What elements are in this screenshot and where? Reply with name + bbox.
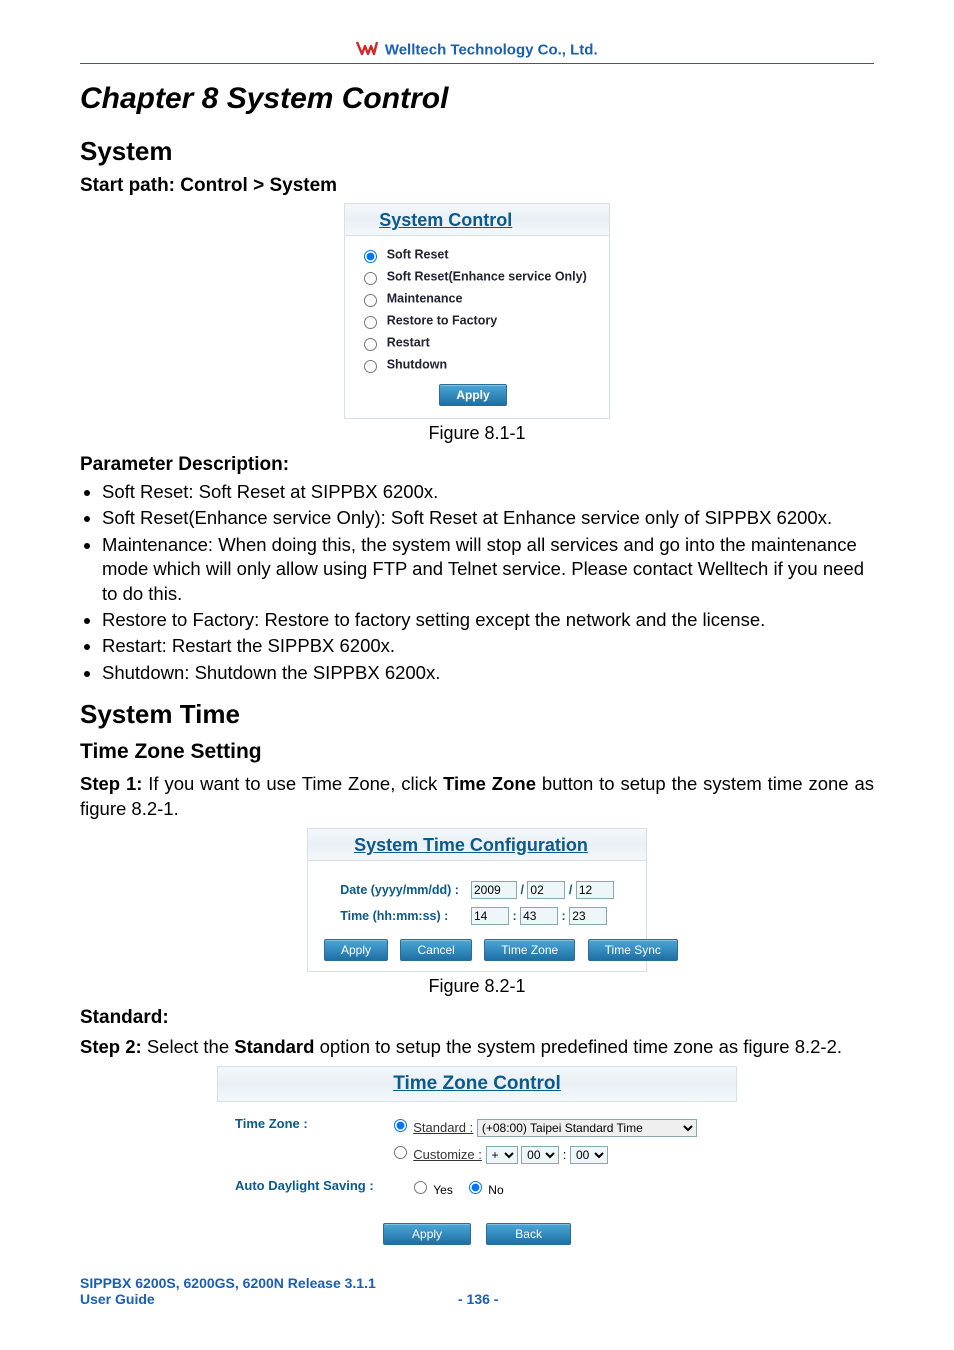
brand-logo [356, 40, 378, 61]
apply-button[interactable]: Apply [324, 939, 388, 961]
option-label: Restore to Factory [387, 313, 497, 327]
time-label: Time (hh:mm:ss) : [334, 903, 465, 929]
step2-text-a: Select the [142, 1036, 235, 1057]
footer-guide: User Guide [80, 1291, 440, 1307]
list-item: Restart: Restart the SIPPBX 6200x. [102, 634, 874, 658]
date-label: Date (yyyy/mm/dd) : [334, 877, 465, 903]
customize-hour-select[interactable]: 00 [521, 1146, 559, 1164]
radio-restart[interactable] [364, 338, 377, 351]
option-restore-factory[interactable]: Restore to Factory [355, 310, 591, 332]
page-footer: SIPPBX 6200S, 6200GS, 6200N Release 3.1.… [80, 1275, 874, 1307]
radio-shutdown[interactable] [364, 360, 377, 373]
parameter-description-title: Parameter Description: [80, 454, 874, 476]
option-label: Shutdown [387, 357, 447, 371]
step1-bold: Time Zone [443, 773, 536, 794]
date-year-input[interactable] [471, 881, 517, 899]
radio-soft-reset[interactable] [364, 250, 377, 263]
date-month-input[interactable] [527, 881, 565, 899]
standard-label: Standard: [80, 1007, 874, 1029]
cancel-button[interactable]: Cancel [400, 939, 471, 961]
brand-text: Welltech Technology Co., Ltd. [385, 42, 598, 59]
radio-restore-factory[interactable] [364, 316, 377, 329]
list-item: Shutdown: Shutdown the SIPPBX 6200x. [102, 661, 874, 685]
list-item: Soft Reset(Enhance service Only): Soft R… [102, 506, 874, 530]
auto-daylight-label: Auto Daylight Saving : [235, 1178, 405, 1193]
system-control-panel: System Control Soft Reset Soft Reset(Enh… [344, 203, 610, 419]
section-system-time: System Time [80, 699, 874, 730]
time-sync-button[interactable]: Time Sync [588, 939, 678, 961]
option-shutdown[interactable]: Shutdown [355, 354, 591, 376]
step1-prefix: Step 1: [80, 773, 142, 794]
footer-release: SIPPBX 6200S, 6200GS, 6200N Release 3.1.… [80, 1275, 440, 1291]
radio-standard[interactable] [394, 1119, 407, 1132]
option-label: Soft Reset(Enhance service Only) [387, 269, 587, 283]
radio-customize[interactable] [394, 1146, 407, 1159]
radio-dls-no[interactable] [469, 1181, 482, 1194]
time-zone-control-panel: Time Zone Control Time Zone : Standard :… [217, 1066, 737, 1257]
step2-bold: Standard [234, 1036, 314, 1057]
figure-caption-8-1-1: Figure 8.1-1 [80, 423, 874, 444]
step1-text-a: If you want to use Time Zone, click [142, 773, 443, 794]
panel-title: System Time Configuration [307, 828, 647, 860]
apply-button[interactable]: Apply [383, 1223, 471, 1245]
apply-button[interactable]: Apply [439, 384, 506, 406]
parameter-list: Soft Reset: Soft Reset at SIPPBX 6200x. … [102, 480, 874, 685]
start-path: Start path: Control > System [80, 175, 874, 197]
option-label: Restart [387, 335, 430, 349]
time-zone-label: Time Zone : [235, 1116, 385, 1131]
standard-link[interactable]: Standard : [413, 1120, 473, 1135]
option-soft-reset[interactable]: Soft Reset [355, 244, 591, 266]
list-item: Restore to Factory: Restore to factory s… [102, 608, 874, 632]
option-restart[interactable]: Restart [355, 332, 591, 354]
footer-page-number: - 136 - [458, 1291, 498, 1307]
radio-maintenance[interactable] [364, 294, 377, 307]
time-zone-button[interactable]: Time Zone [484, 939, 575, 961]
standard-select[interactable]: (+08:00) Taipei Standard Time [477, 1119, 697, 1137]
radio-dls-yes[interactable] [414, 1181, 427, 1194]
step2-para: Step 2: Select the Standard option to se… [80, 1035, 874, 1060]
time-minute-input[interactable] [520, 907, 558, 925]
option-soft-reset-enhance[interactable]: Soft Reset(Enhance service Only) [355, 266, 591, 288]
option-label: Maintenance [387, 291, 463, 305]
customize-sign-select[interactable]: + [486, 1146, 518, 1164]
back-button[interactable]: Back [486, 1223, 571, 1245]
option-label: Soft Reset [387, 247, 449, 261]
system-time-config-panel: System Time Configuration Date (yyyy/mm/… [307, 828, 647, 972]
figure-caption-8-2-1: Figure 8.2-1 [80, 976, 874, 997]
date-day-input[interactable] [576, 881, 614, 899]
option-maintenance[interactable]: Maintenance [355, 288, 591, 310]
time-hour-input[interactable] [471, 907, 509, 925]
step1-para: Step 1: If you want to use Time Zone, cl… [80, 772, 874, 822]
panel-title: System Control [344, 203, 610, 235]
section-system: System [80, 136, 874, 167]
customize-minute-select[interactable]: 00 [570, 1146, 608, 1164]
chapter-title: Chapter 8 System Control [80, 82, 874, 116]
panel-title: Time Zone Control [217, 1066, 737, 1102]
dls-yes-label: Yes [433, 1183, 453, 1197]
step2-text-b: option to setup the system predefined ti… [314, 1036, 842, 1057]
time-second-input[interactable] [569, 907, 607, 925]
subsection-time-zone: Time Zone Setting [80, 740, 874, 764]
customize-link[interactable]: Customize : [413, 1147, 482, 1162]
dls-no-label: No [488, 1183, 503, 1197]
page-header: Welltech Technology Co., Ltd. [80, 40, 874, 64]
list-item: Soft Reset: Soft Reset at SIPPBX 6200x. [102, 480, 874, 504]
list-item: Maintenance: When doing this, the system… [102, 533, 874, 606]
step2-prefix: Step 2: [80, 1036, 142, 1057]
radio-soft-reset-enhance[interactable] [364, 272, 377, 285]
